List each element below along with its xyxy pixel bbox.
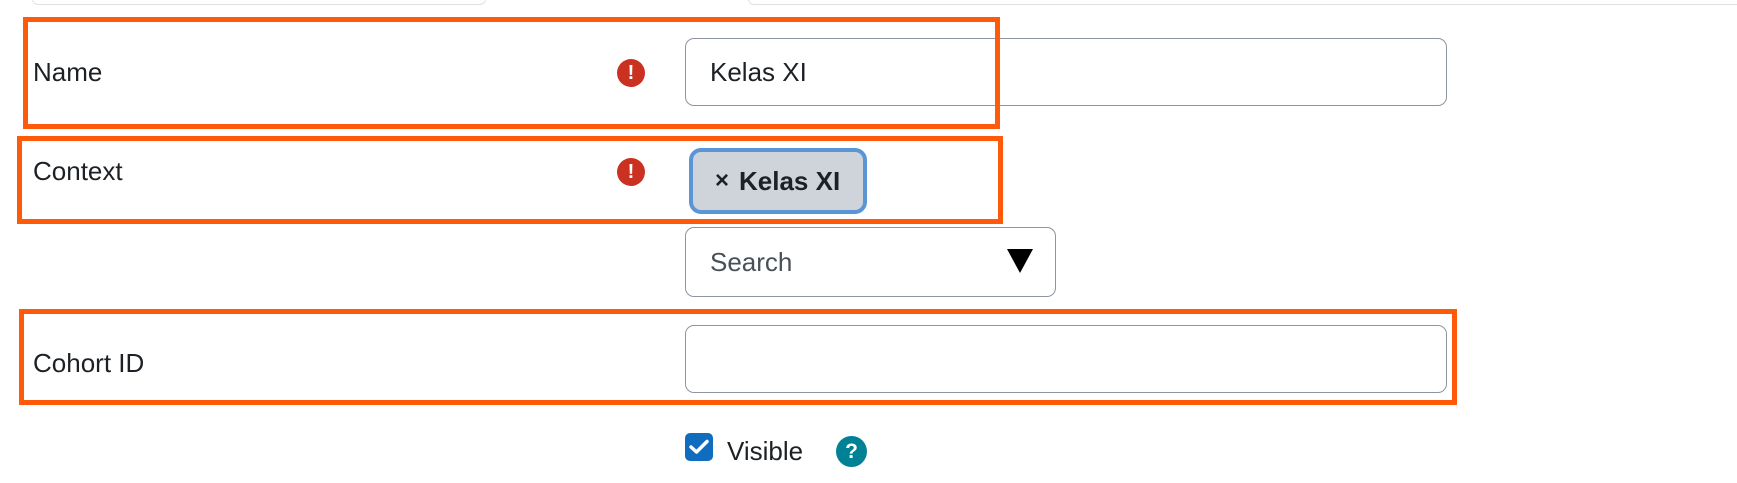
previous-field-box-left <box>32 0 486 5</box>
visible-label: Visible <box>727 436 804 466</box>
visible-checkbox[interactable] <box>685 433 713 461</box>
triangle-down-icon[interactable] <box>1007 249 1033 273</box>
context-row-highlight <box>17 136 1003 224</box>
previous-field-box-right <box>748 0 1737 5</box>
context-search-select[interactable]: Search <box>685 227 1056 297</box>
context-search-placeholder: Search <box>710 246 793 277</box>
cohort-id-row-highlight <box>19 309 1457 405</box>
check-icon <box>689 439 709 454</box>
name-row-highlight <box>23 17 1000 129</box>
question-circle-icon[interactable]: ? <box>836 436 867 467</box>
